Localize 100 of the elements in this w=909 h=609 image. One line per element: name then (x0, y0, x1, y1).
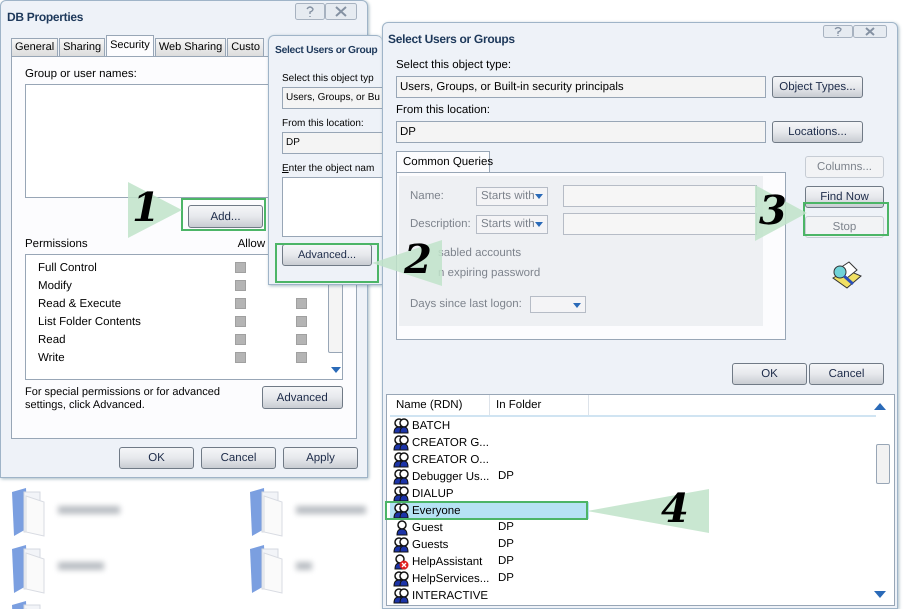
location-field[interactable]: DP (282, 132, 382, 154)
help-icon[interactable] (823, 25, 853, 38)
side-button[interactable]: Find Now (805, 186, 884, 208)
blurred-label (296, 562, 312, 570)
locations-button[interactable]: Locations... (772, 121, 863, 143)
deny-checkbox[interactable] (296, 352, 307, 363)
advanced-button[interactable]: Advanced... (282, 244, 372, 266)
blurred-label (58, 506, 120, 514)
tab[interactable]: Security (106, 35, 154, 56)
account-name: INTERACTIVE (412, 590, 488, 602)
account-name: Debugger Us... (412, 470, 490, 482)
permission-name: Modify (38, 280, 72, 292)
users-icon (393, 588, 409, 604)
window-title: DB Properties (7, 10, 84, 24)
days-label: Days since last logon: (410, 298, 522, 310)
account-name: BATCH (412, 420, 450, 432)
allow-checkbox[interactable] (235, 334, 246, 345)
advanced-button[interactable]: Advanced (262, 386, 343, 409)
deny-checkbox[interactable] (296, 334, 307, 345)
close-icon[interactable] (853, 25, 887, 38)
scroll-up-icon[interactable] (874, 403, 886, 410)
account-name: HelpAssistant (412, 556, 482, 568)
object-type-field[interactable]: Users, Groups, or Bu (282, 87, 382, 109)
dialog-button[interactable]: Cancel (809, 363, 884, 385)
dialog-button[interactable]: Apply (283, 447, 358, 469)
step-number: 1 (132, 186, 160, 230)
permission-name: Read & Execute (38, 298, 122, 310)
account-name: Guests (412, 538, 448, 550)
dialog-button[interactable]: OK (119, 447, 194, 469)
tab[interactable]: Custo (227, 38, 264, 56)
object-names-field[interactable] (282, 177, 382, 237)
option-label: n expiring password (438, 266, 542, 281)
scroll-down-icon[interactable] (874, 591, 886, 598)
blurred-label (296, 506, 366, 514)
name-label: Name: (410, 190, 445, 202)
account-name: Everyone (412, 504, 461, 516)
object-type-label: Select this object typ (282, 73, 375, 84)
permissions-label: Permissions (25, 238, 88, 250)
account-name: HelpServices... (412, 572, 490, 584)
deny-checkbox[interactable] (296, 316, 307, 327)
result-row[interactable]: DIALUP (390, 485, 589, 502)
help-icon[interactable] (295, 3, 325, 20)
tab[interactable]: Web Sharing (154, 38, 226, 56)
close-icon[interactable] (325, 3, 357, 20)
permission-name: Write (38, 352, 65, 364)
option-label: sabled accounts (438, 246, 522, 261)
allow-checkbox[interactable] (235, 352, 246, 363)
permission-name: List Folder Contents (38, 316, 141, 328)
allow-header: Allow (238, 238, 266, 250)
object-type-field[interactable]: Users, Groups, or Built-in security principals (396, 76, 766, 98)
folder-name: DP (498, 470, 514, 482)
account-name: Guest (412, 522, 443, 534)
object-types-button[interactable]: Object Types... (772, 76, 863, 98)
window-title: Select Users or Groups (388, 32, 515, 46)
result-row[interactable]: Guests DP (390, 536, 589, 553)
result-row[interactable]: BATCH (390, 417, 589, 434)
users-icon (393, 536, 409, 552)
result-row[interactable]: Debugger Us... DP (390, 468, 589, 485)
allow-checkbox[interactable] (235, 280, 246, 291)
users-icon (393, 418, 409, 434)
result-row[interactable]: HelpServices... DP (390, 570, 589, 587)
account-name: DIALUP (412, 488, 454, 500)
deny-checkbox[interactable] (296, 298, 307, 309)
users-icon (393, 570, 409, 586)
permission-name: Read (38, 334, 66, 346)
result-row[interactable]: CREATOR O... (390, 451, 589, 468)
step-number: 4 (661, 487, 689, 531)
result-row[interactable]: Guest DP (390, 519, 589, 536)
users-icon (393, 502, 409, 518)
account-name: CREATOR O... (412, 454, 489, 466)
users-icon (393, 468, 409, 484)
folder-name: DP (498, 538, 514, 550)
column-header[interactable]: Name (RDN) (390, 395, 490, 415)
result-row[interactable]: HelpAssistant DP (390, 553, 589, 570)
users-icon (393, 452, 409, 468)
step-number: 3 (759, 189, 787, 233)
permission-name: Full Control (38, 262, 97, 274)
location-label: From this location: (282, 118, 365, 129)
column-header[interactable]: In Folder (490, 395, 589, 415)
group-label: Group or user names: (25, 68, 137, 80)
add-button[interactable]: Add... (188, 205, 263, 228)
tab[interactable]: Sharing (59, 38, 106, 56)
tab[interactable]: General (11, 38, 58, 56)
allow-checkbox[interactable] (235, 298, 246, 309)
result-row[interactable]: CREATOR G... (390, 434, 589, 451)
location-field[interactable]: DP (396, 121, 766, 143)
scrollbar-thumb[interactable] (876, 444, 890, 484)
step-number: 2 (404, 238, 432, 282)
location-label: From this location: (396, 104, 491, 118)
allow-checkbox[interactable] (235, 316, 246, 327)
dialog-button[interactable]: OK (732, 363, 807, 385)
advanced-note: For special permissions or for advanced settings, click Advanced. (25, 386, 222, 412)
callout-arrow (755, 185, 807, 241)
folder-name: DP (498, 521, 514, 533)
allow-checkbox[interactable] (235, 262, 246, 273)
dialog-button[interactable]: Cancel (201, 447, 276, 469)
scroll-down-icon[interactable] (331, 367, 341, 373)
object-names-label: Enter the object nam (282, 163, 376, 174)
result-row[interactable]: INTERACTIVE (390, 587, 589, 604)
callout-arrow (128, 182, 182, 238)
